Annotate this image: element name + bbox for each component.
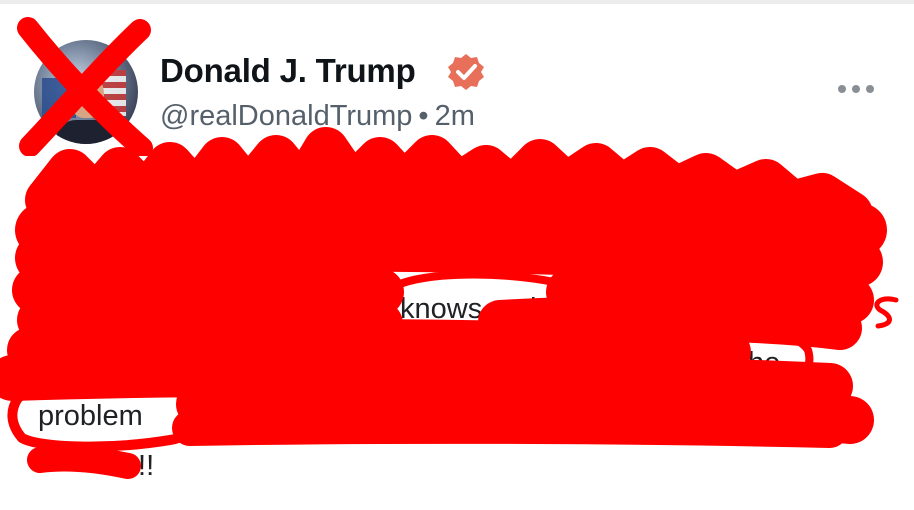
word-problem: problem [38, 400, 143, 432]
word-the: the [740, 347, 781, 379]
word-knows: knows [400, 293, 483, 325]
avatar-cross-icon [17, 17, 153, 156]
timestamp[interactable]: 2m [435, 100, 475, 132]
word-end: !!! [130, 450, 155, 482]
post-card: Donald J. Trump @realDonaldTrump • 2m know… [0, 0, 914, 510]
display-name[interactable]: Donald J. Trump [160, 52, 416, 90]
more-options-icon[interactable] [836, 74, 876, 104]
handle-line: @realDonaldTrump • 2m [160, 100, 475, 133]
verified-badge-icon [448, 54, 484, 90]
word-he: he [530, 293, 563, 325]
handle[interactable]: @realDonaldTrump [160, 100, 412, 132]
separator-dot: • [418, 100, 429, 132]
